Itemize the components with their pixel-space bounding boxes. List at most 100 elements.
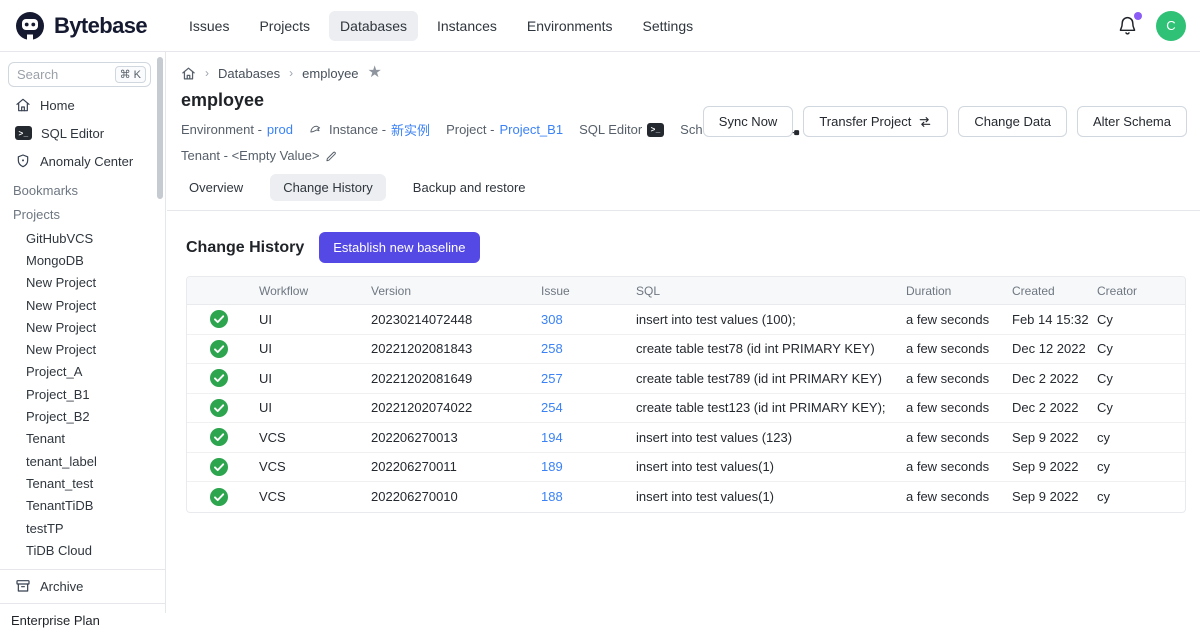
search-shortcut-badge: ⌘ K <box>115 66 146 83</box>
nav-environments[interactable]: Environments <box>516 11 624 41</box>
table-row[interactable]: UI 20221202074022 254 create table test1… <box>187 394 1185 424</box>
sidebar-item-anomaly-center[interactable]: Anomaly Center <box>0 147 165 175</box>
tab-change-history[interactable]: Change History <box>270 174 386 201</box>
bytebase-logo[interactable]: Bytebase <box>0 10 166 42</box>
sidebar-scrollbar[interactable] <box>157 57 163 199</box>
transfer-arrows-icon <box>918 115 932 129</box>
notification-bell-icon[interactable] <box>1117 15 1138 36</box>
establish-baseline-button[interactable]: Establish new baseline <box>319 232 479 263</box>
issue-link[interactable]: 257 <box>541 371 636 386</box>
cell-version: 20221202074022 <box>371 400 541 415</box>
nav-projects[interactable]: Projects <box>248 11 321 41</box>
transfer-project-label: Transfer Project <box>819 114 911 129</box>
favorite-star-icon[interactable]: ★ <box>368 65 382 81</box>
project-link[interactable]: Project_B1 <box>499 122 563 137</box>
sidebar-project-tenanttidb[interactable]: TenantTiDB <box>0 495 165 517</box>
issue-link[interactable]: 308 <box>541 312 636 327</box>
cell-version: 20221202081649 <box>371 371 541 386</box>
table-row[interactable]: VCS 202206270011 189 insert into test va… <box>187 453 1185 483</box>
sidebar-project-githubvcs[interactable]: GitHubVCS <box>0 227 165 249</box>
sidebar-item-label: Home <box>40 98 75 113</box>
alter-schema-button[interactable]: Alter Schema <box>1077 106 1187 137</box>
nav-settings[interactable]: Settings <box>632 11 705 41</box>
sidebar-project-project-b1[interactable]: Project_B1 <box>0 383 165 405</box>
cell-sql: insert into test values (123) <box>636 430 906 445</box>
sidebar-item-home[interactable]: Home <box>0 91 165 119</box>
issue-link[interactable]: 258 <box>541 341 636 356</box>
sidebar-project-new-project-4[interactable]: New Project <box>0 338 165 360</box>
sidebar-project-mongodb[interactable]: MongoDB <box>0 249 165 271</box>
issue-link[interactable]: 189 <box>541 459 636 474</box>
cell-workflow: VCS <box>259 459 371 474</box>
issue-link[interactable]: 254 <box>541 400 636 415</box>
sidebar-project-project-a[interactable]: Project_A <box>0 361 165 383</box>
cell-creator: Cy <box>1097 371 1186 386</box>
cell-creator: cy <box>1097 430 1186 445</box>
success-check-icon <box>187 340 259 358</box>
sidebar-project-tidb-cloud[interactable]: TiDB Cloud <box>0 539 165 561</box>
change-data-label: Change Data <box>974 114 1051 129</box>
environment-link[interactable]: prod <box>267 122 293 137</box>
sidebar-project-testtp[interactable]: testTP <box>0 517 165 539</box>
table-row[interactable]: UI 20230214072448 308 insert into test v… <box>187 305 1185 335</box>
table-row[interactable]: UI 20221202081843 258 create table test7… <box>187 335 1185 365</box>
sync-now-button[interactable]: Sync Now <box>703 106 794 137</box>
mysql-dolphin-icon <box>309 122 324 137</box>
search-box[interactable]: ⌘ K <box>8 62 151 87</box>
issue-link[interactable]: 194 <box>541 430 636 445</box>
column-created: Created <box>1012 284 1097 298</box>
nav-instances[interactable]: Instances <box>426 11 508 41</box>
tenant-meta: Tenant - <Empty Value> <box>181 148 339 163</box>
success-check-icon <box>187 458 259 476</box>
cell-duration: a few seconds <box>906 430 1012 445</box>
plan-label[interactable]: Enterprise Plan <box>0 603 165 628</box>
shield-icon <box>15 153 31 169</box>
sidebar-project-tenant[interactable]: Tenant <box>0 428 165 450</box>
instance-meta: Instance - 新实例 <box>309 120 430 139</box>
tab-backup-and-restore[interactable]: Backup and restore <box>400 174 539 201</box>
sidebar-project-tenant-label[interactable]: tenant_label <box>0 450 165 472</box>
user-avatar[interactable]: C <box>1156 11 1186 41</box>
sidebar-project-new-project-2[interactable]: New Project <box>0 294 165 316</box>
tab-overview[interactable]: Overview <box>176 174 256 201</box>
archive-icon <box>15 578 31 594</box>
environment-meta: Environment - prod <box>181 122 293 137</box>
table-row[interactable]: VCS 202206270013 194 insert into test va… <box>187 423 1185 453</box>
breadcrumb-home-icon[interactable] <box>181 66 196 81</box>
issue-link[interactable]: 188 <box>541 489 636 504</box>
sidebar: ⌘ K Home >_ SQL Editor Anomaly Center <box>0 52 166 613</box>
cell-duration: a few seconds <box>906 459 1012 474</box>
search-input[interactable] <box>17 67 115 82</box>
change-history-table: Workflow Version Issue SQL Duration Crea… <box>186 276 1186 513</box>
cell-sql: insert into test values (100); <box>636 312 906 327</box>
column-creator: Creator <box>1097 284 1186 298</box>
database-meta-row-2: Tenant - <Empty Value> <box>167 139 1200 163</box>
sidebar-item-archive[interactable]: Archive <box>0 572 165 600</box>
instance-label: Instance - <box>329 122 386 137</box>
success-check-icon <box>187 310 259 328</box>
cell-workflow: UI <box>259 341 371 356</box>
instance-link[interactable]: 新实例 <box>391 120 430 139</box>
table-row[interactable]: VCS 202206270010 188 insert into test va… <box>187 482 1185 512</box>
bytebase-logo-icon <box>14 10 46 42</box>
cell-creator: cy <box>1097 489 1186 504</box>
sidebar-project-new-project-3[interactable]: New Project <box>0 316 165 338</box>
nav-databases[interactable]: Databases <box>329 11 418 41</box>
nav-issues[interactable]: Issues <box>178 11 240 41</box>
sidebar-project-new-project-1[interactable]: New Project <box>0 272 165 294</box>
breadcrumb-databases[interactable]: Databases <box>218 66 280 81</box>
cell-version: 20230214072448 <box>371 312 541 327</box>
transfer-project-button[interactable]: Transfer Project <box>803 106 948 137</box>
breadcrumb-current[interactable]: employee <box>302 66 358 81</box>
edit-pencil-icon[interactable] <box>325 149 339 163</box>
tabs-divider <box>167 210 1200 211</box>
sql-editor-meta[interactable]: SQL Editor >_ <box>579 122 664 137</box>
table-row[interactable]: UI 20221202081649 257 create table test7… <box>187 364 1185 394</box>
cell-creator: Cy <box>1097 400 1186 415</box>
cell-created: Dec 2 2022 <box>1012 371 1097 386</box>
change-data-button[interactable]: Change Data <box>958 106 1067 137</box>
sidebar-project-tenant-test[interactable]: Tenant_test <box>0 472 165 494</box>
breadcrumb: › Databases › employee ★ <box>167 52 1200 81</box>
sidebar-item-sql-editor[interactable]: >_ SQL Editor <box>0 119 165 147</box>
sidebar-project-project-b2[interactable]: Project_B2 <box>0 405 165 427</box>
